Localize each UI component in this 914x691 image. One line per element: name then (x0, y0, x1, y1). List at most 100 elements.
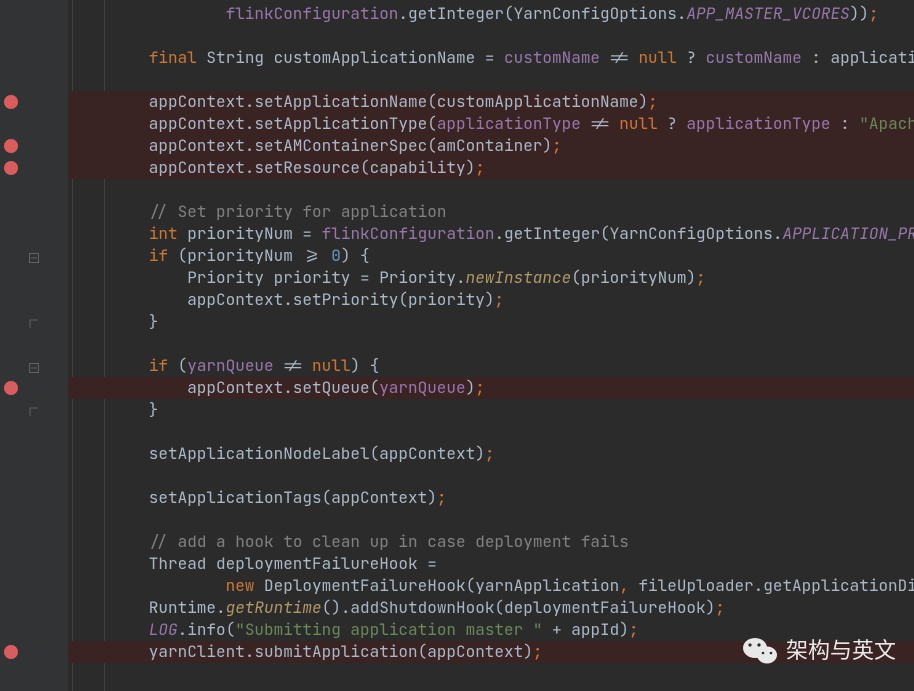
token-op (72, 619, 149, 640)
token-op: .getInteger(YarnConfigOptions. (398, 3, 686, 24)
code-line[interactable]: Thread deploymentFailureHook = (68, 553, 914, 575)
token-op: != (274, 355, 312, 376)
code-line[interactable]: appContext.setQueue(yarnQueue); (68, 377, 914, 399)
token-cmt: // Set priority for application (149, 201, 447, 222)
token-op: )) (850, 3, 869, 24)
token-op: fileUploader.getApplicationDir()) (629, 575, 914, 596)
code-line[interactable]: if (yarnQueue != null) { (68, 355, 914, 377)
token-semi: ; (475, 157, 485, 178)
code-line[interactable]: appContext.setApplicationType(applicatio… (68, 113, 914, 135)
token-semi: ; (475, 377, 485, 398)
token-kw: null (619, 113, 657, 134)
fold-expand-icon[interactable] (28, 314, 40, 336)
code-line[interactable] (68, 663, 914, 685)
code-line[interactable]: yarnClient.submitApplication(appContext)… (68, 641, 914, 663)
token-op: .getInteger(YarnConfigOptions. (494, 223, 782, 244)
token-kw: final (149, 47, 197, 68)
code-line[interactable] (68, 333, 914, 355)
token-sfld: APP_MASTER_VCORES (686, 3, 849, 24)
token-op: setApplicationTags(appContext) (72, 487, 437, 508)
token-kw: new (226, 575, 255, 596)
token-op (72, 245, 149, 266)
token-op: != (600, 47, 638, 68)
code-line[interactable]: if (priorityNum >= 0) { (68, 245, 914, 267)
token-op (72, 575, 226, 596)
token-cmt: // add a hook to clean up in case deploy… (149, 531, 629, 552)
fold-collapse-icon[interactable] (28, 248, 40, 270)
token-semi: ; (715, 597, 725, 618)
token-semi: ; (485, 443, 495, 464)
token-sfld: APPLICATION_PRIORITY (782, 223, 914, 244)
code-line[interactable]: Priority priority = Priority.newInstance… (68, 267, 914, 289)
code-line[interactable]: flinkConfiguration.getInteger(YarnConfig… (68, 3, 914, 25)
token-op (72, 47, 149, 68)
code-line[interactable]: appContext.setAMContainerSpec(amContaine… (68, 135, 914, 157)
token-op: priorityNum = (178, 223, 322, 244)
token-smth: getRuntime (226, 597, 322, 618)
token-kw: null (312, 355, 350, 376)
token-op: ().addShutdownHook(deploymentFailureHook… (322, 597, 716, 618)
token-op: appContext.setPriority(priority) (72, 289, 494, 310)
token-fld: customName (504, 47, 600, 68)
token-op: : (830, 113, 859, 134)
token-op: (priorityNum) (571, 267, 696, 288)
token-fld: customName (706, 47, 802, 68)
breakpoint-icon[interactable] (4, 161, 18, 175)
code-line[interactable] (68, 421, 914, 443)
code-line[interactable]: } (68, 399, 914, 421)
token-semi: ; (437, 487, 447, 508)
token-op: appContext.setApplicationName(customAppl… (72, 91, 648, 112)
code-line[interactable]: int priorityNum = flinkConfiguration.get… (68, 223, 914, 245)
code-line[interactable]: // add a hook to clean up in case deploy… (68, 531, 914, 553)
code-line[interactable]: Runtime.getRuntime().addShutdownHook(dep… (68, 597, 914, 619)
breakpoint-icon[interactable] (4, 645, 18, 659)
code-editor[interactable]: flinkConfiguration.getInteger(YarnConfig… (0, 0, 914, 691)
token-op: Thread deploymentFailureHook = (72, 553, 437, 574)
fold-collapse-icon[interactable] (28, 358, 40, 380)
code-line[interactable] (68, 179, 914, 201)
token-fld: flinkConfiguration (322, 223, 495, 244)
code-line[interactable]: final String customApplicationName = cus… (68, 47, 914, 69)
token-op: appContext.setQueue( (72, 377, 379, 398)
token-op: + appId) (542, 619, 628, 640)
token-semi: ; (629, 619, 639, 640)
token-fld: flinkConfiguration (226, 3, 399, 24)
token-op: appContext.setAMContainerSpec(amContaine… (72, 135, 552, 156)
code-line[interactable] (68, 69, 914, 91)
token-op: != (581, 113, 619, 134)
token-op: ) { (341, 245, 370, 266)
token-op: ? (658, 113, 687, 134)
token-fld: applicationType (686, 113, 830, 134)
token-op: .info( (178, 619, 236, 640)
breakpoint-icon[interactable] (4, 381, 18, 395)
code-line[interactable]: setApplicationNodeLabel(appContext); (68, 443, 914, 465)
token-semi: ; (552, 135, 562, 156)
token-op (72, 355, 149, 376)
token-kw: null (638, 47, 676, 68)
token-semi: ; (869, 3, 879, 24)
code-line[interactable]: // Set priority for application (68, 201, 914, 223)
code-line[interactable] (68, 509, 914, 531)
code-line[interactable] (68, 25, 914, 47)
token-semi: ; (494, 289, 504, 310)
fold-expand-icon[interactable] (28, 402, 40, 424)
token-op: String customApplicationName = (197, 47, 504, 68)
code-line[interactable]: setApplicationTags(appContext); (68, 487, 914, 509)
token-op: ( (168, 355, 187, 376)
code-line[interactable]: appContext.setApplicationName(customAppl… (68, 91, 914, 113)
token-op: (priorityNum >= (168, 245, 331, 266)
gutter[interactable] (0, 0, 68, 691)
code-line[interactable]: } (68, 311, 914, 333)
code-line[interactable] (68, 465, 914, 487)
code-line[interactable]: appContext.setPriority(priority); (68, 289, 914, 311)
breakpoint-icon[interactable] (4, 139, 18, 153)
token-semi: ; (533, 641, 543, 662)
code-line[interactable]: LOG.info("Submitting application master … (68, 619, 914, 641)
token-op: setApplicationNodeLabel(appContext) (72, 443, 485, 464)
breakpoint-icon[interactable] (4, 95, 18, 109)
code-line[interactable]: appContext.setResource(capability); (68, 157, 914, 179)
token-kw: int (149, 223, 178, 244)
code-area[interactable]: flinkConfiguration.getInteger(YarnConfig… (68, 0, 914, 691)
token-semi: ; (648, 91, 658, 112)
code-line[interactable]: new DeploymentFailureHook(yarnApplicatio… (68, 575, 914, 597)
